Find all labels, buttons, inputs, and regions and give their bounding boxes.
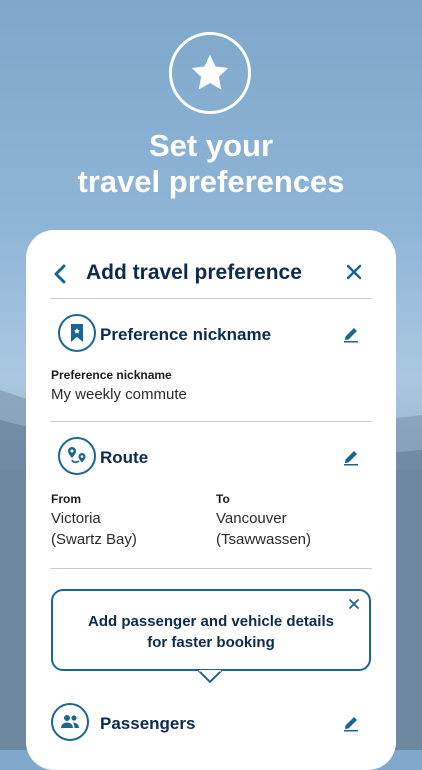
pencil-icon[interactable]	[342, 325, 360, 343]
tooltip-text: Add passenger and vehicle details for fa…	[53, 611, 369, 653]
to-value: Vancouver (Tsawwassen)	[216, 508, 311, 550]
nickname-field-value: My weekly commute	[51, 386, 187, 403]
divider	[50, 298, 372, 299]
star-icon	[169, 32, 251, 114]
to-label: To	[216, 492, 230, 506]
divider	[50, 421, 372, 422]
chevron-left-icon[interactable]	[52, 262, 68, 286]
people-icon	[51, 703, 89, 741]
nickname-section-title: Preference nickname	[100, 325, 272, 344]
page-title: Add travel preference	[86, 261, 302, 284]
to-value-line1: Vancouver	[216, 510, 287, 527]
divider	[50, 568, 372, 569]
pencil-icon[interactable]	[342, 714, 360, 732]
tooltip-text-line2: for faster booking	[147, 634, 275, 651]
route-icon	[58, 437, 96, 475]
nickname-field-label: Preference nickname	[51, 368, 172, 382]
from-value: Victoria (Swartz Bay)	[51, 508, 137, 550]
bookmark-icon	[58, 314, 96, 352]
from-value-line2: (Swartz Bay)	[51, 531, 137, 548]
card-header: Add travel preference	[26, 252, 396, 298]
tooltip: Add passenger and vehicle details for fa…	[51, 589, 371, 671]
tooltip-arrow	[198, 670, 222, 684]
from-label: From	[51, 492, 81, 506]
pencil-icon[interactable]	[342, 448, 360, 466]
hero-title: Set your travel preferences	[0, 128, 422, 200]
passengers-section-title: Passengers	[100, 714, 196, 733]
tooltip-text-line1: Add passenger and vehicle details	[88, 613, 334, 630]
preference-card: Add travel preference Preference nicknam…	[26, 230, 396, 770]
close-icon[interactable]	[349, 599, 359, 609]
hero-title-line1: Set your	[148, 128, 274, 163]
from-value-line1: Victoria	[51, 510, 101, 527]
to-value-line2: (Tsawwassen)	[216, 531, 312, 548]
close-icon[interactable]	[346, 264, 362, 280]
hero-title-line2: travel preferences	[77, 164, 345, 199]
route-section-title: Route	[100, 448, 149, 467]
